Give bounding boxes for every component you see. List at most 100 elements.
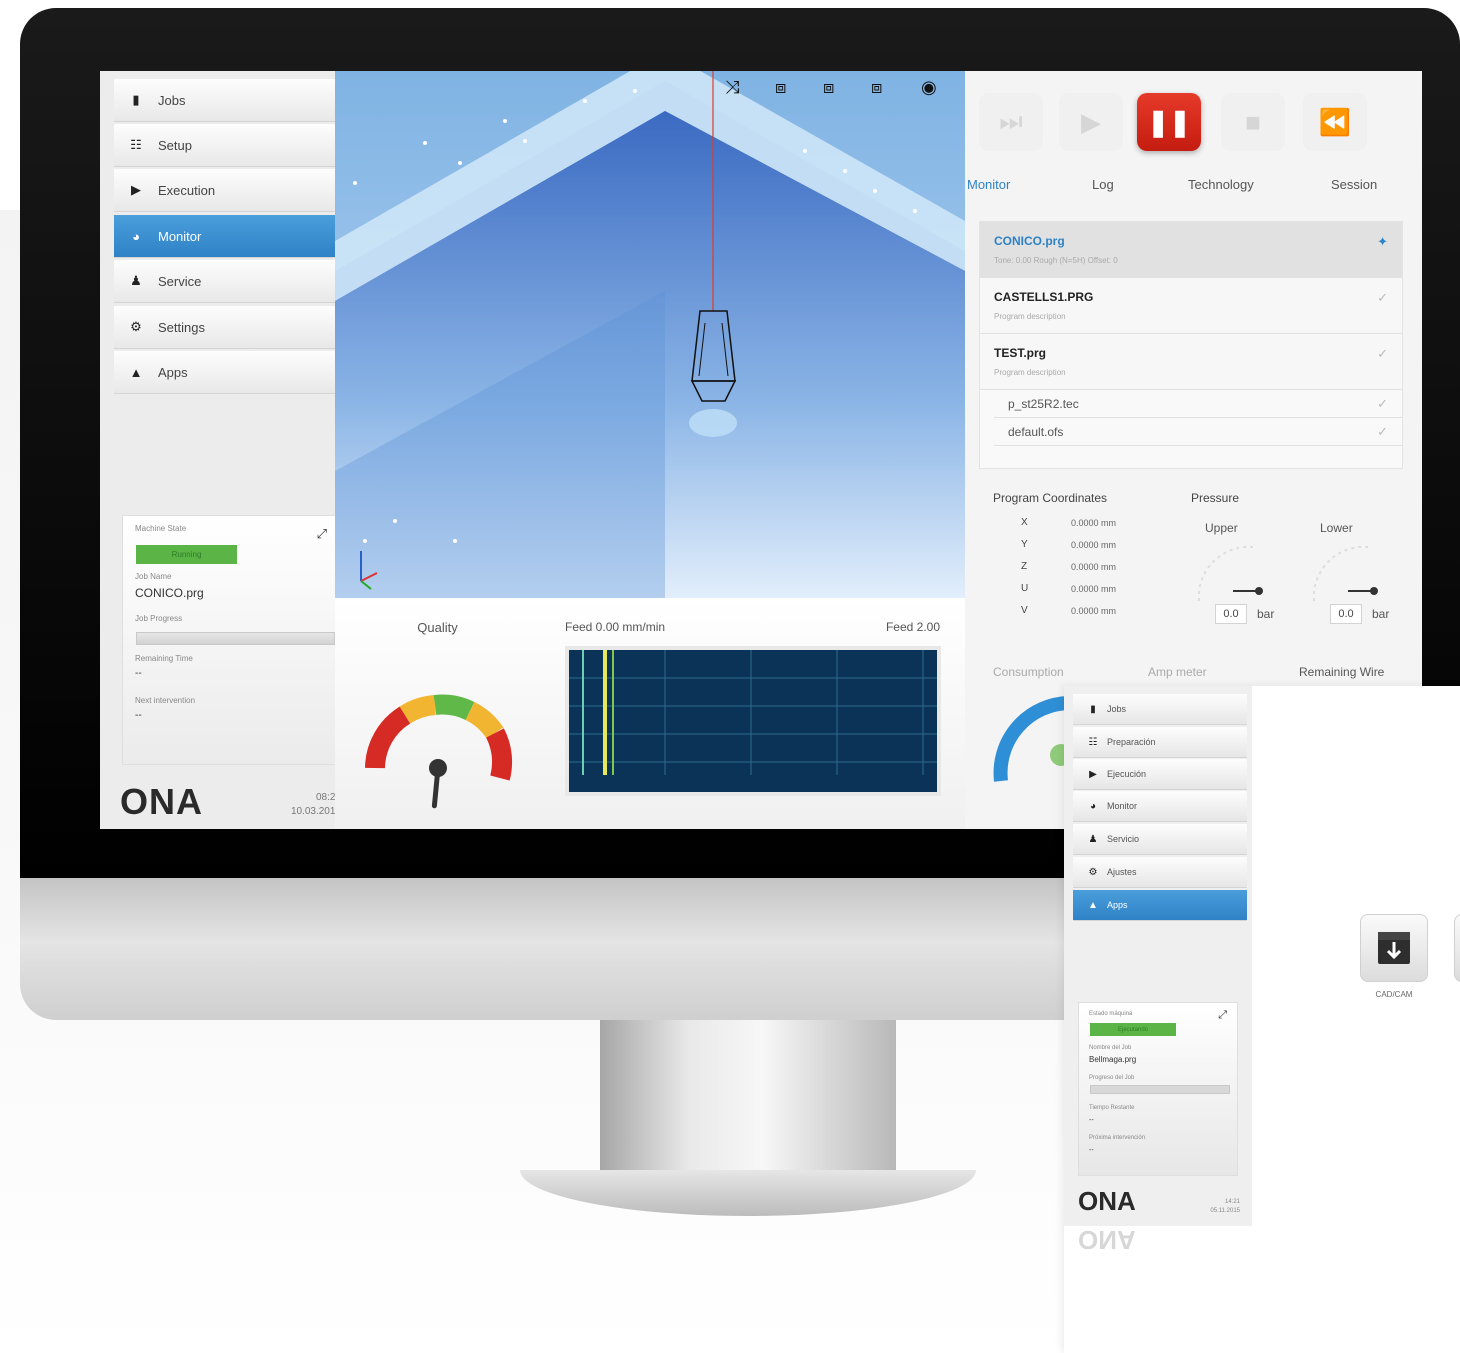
step-button[interactable]: ⏭ xyxy=(979,93,1043,151)
check-icon: ✓ xyxy=(1377,424,1388,439)
lower-pressure-unit: bar xyxy=(1372,607,1390,621)
axis-label: Z xyxy=(1021,561,1028,572)
job-progress-label: Job Progress xyxy=(135,614,183,623)
sidebar-item-service[interactable]: ♟ Service xyxy=(114,260,354,303)
upper-pressure-input[interactable]: 0.0 xyxy=(1215,604,1247,624)
tablet-sidebar: ▮ Jobs ☷ Preparación ▶ Ejecución ◕ Monitor ♟… xyxy=(1064,686,1252,1226)
remaining-value: -- xyxy=(1089,1117,1094,1124)
rewind-button[interactable]: ⏪ xyxy=(1303,93,1367,151)
program-description: Program description xyxy=(994,368,1066,377)
program-description: Program description xyxy=(994,312,1066,321)
quality-panel: Quality xyxy=(335,598,540,829)
check-icon: ✓ xyxy=(1377,396,1388,411)
sidebar-item-jobs[interactable]: ▮ Jobs xyxy=(114,79,354,122)
cube-front-icon[interactable]: ⧈ xyxy=(775,77,786,98)
tab-session[interactable]: Session xyxy=(1331,177,1377,192)
sidebar-item-label: Apps xyxy=(158,364,188,380)
clock: 14:21 05.11.2015 xyxy=(1184,1198,1240,1216)
check-icon: ✓ xyxy=(1377,290,1388,305)
lower-pressure-gauge xyxy=(1312,545,1378,602)
sidebar-item-apps[interactable]: ▲ Apps xyxy=(114,351,354,394)
program-row[interactable]: TEST.prg Program description ✓ xyxy=(980,334,1402,390)
time: 08:25 xyxy=(315,792,341,803)
expand-icon[interactable]: ⤢ xyxy=(317,526,327,542)
machine-state-badge: Running xyxy=(136,545,237,564)
gears-icon: ⚙ xyxy=(1088,866,1098,878)
sidebar-item-label: Monitor xyxy=(158,228,202,244)
tab-technology[interactable]: Technology xyxy=(1188,177,1254,192)
axis-label: V xyxy=(1021,605,1028,616)
subfile-row[interactable]: p_st25R2.tec ✓ xyxy=(994,390,1402,418)
cadcam-label: CAD/CAM xyxy=(1375,990,1413,999)
sidebar-item-monitor[interactable]: ◕ Monitor xyxy=(114,215,356,258)
cube-top-icon[interactable]: ⧈ xyxy=(871,77,882,98)
stop-button[interactable]: ■ xyxy=(1221,93,1285,151)
feed-panel: Feed 0.00 mm/min Feed 2.00 xyxy=(540,598,965,829)
tablet-item-label: Servicio xyxy=(1107,834,1140,844)
axis-value: 0.0000 mm xyxy=(1071,540,1117,550)
cube-side-icon[interactable]: ⧈ xyxy=(823,77,834,98)
axis-label: Y xyxy=(1021,539,1028,550)
lower-pressure-input[interactable]: 0.0 xyxy=(1330,604,1362,624)
subfile-name: default.ofs xyxy=(1008,425,1064,439)
feed-right-label: Feed 2.00 xyxy=(885,620,940,634)
quality-gauge xyxy=(365,694,513,809)
remaining-time-label: Remaining Time xyxy=(135,654,193,663)
tablet-item-ajustes[interactable]: ⚙ Ajustes xyxy=(1073,857,1247,888)
tab-amp-meter[interactable]: Amp meter xyxy=(1148,665,1207,679)
tablet-item-label: Ajustes xyxy=(1107,867,1137,877)
state-label: Estado máquina xyxy=(1089,1011,1133,1017)
fit-view-icon[interactable]: ⤨ xyxy=(725,77,739,98)
program-row[interactable]: CASTELLS1.PRG Program description ✓ xyxy=(980,278,1402,334)
sidebar-item-label: Settings xyxy=(158,319,205,335)
pin-icon[interactable]: ✦ xyxy=(1377,234,1388,250)
subfile-row[interactable]: default.ofs ✓ xyxy=(994,418,1402,446)
sidebar-item-label: Jobs xyxy=(158,92,186,108)
document-icon: ▮ xyxy=(132,92,140,107)
tablet-item-label: Preparación xyxy=(1107,737,1156,747)
axis-value: 0.0000 mm xyxy=(1071,606,1117,616)
tab-log[interactable]: Log xyxy=(1092,177,1114,192)
tablet-item-label: Ejecución xyxy=(1107,769,1147,779)
sidebar-item-setup[interactable]: ☷ Setup xyxy=(114,124,354,167)
hierarchy-icon: ▲ xyxy=(1088,899,1098,911)
sidebar-item-execution[interactable]: ▶ Execution xyxy=(114,169,354,212)
camera-icon[interactable]: ◉ xyxy=(921,77,937,98)
expand-icon[interactable]: ⤢ xyxy=(1218,1009,1227,1022)
progress-label: Progreso del Job xyxy=(1089,1075,1135,1081)
feed-left-label: Feed 0.00 mm/min xyxy=(565,620,666,634)
feed-graph-svg xyxy=(569,650,937,775)
gauge-icon: ◕ xyxy=(132,228,140,244)
pause-icon: ❚❚ xyxy=(1147,106,1191,137)
tablet-item-preparacion[interactable]: ☷ Preparación xyxy=(1073,727,1247,758)
play-button[interactable]: ▶ xyxy=(1059,93,1123,151)
tab-monitor[interactable]: Monitor xyxy=(967,177,1010,192)
document-icon: ▮ xyxy=(1090,703,1096,715)
pressure-title: Pressure xyxy=(1191,491,1240,505)
download-box-icon xyxy=(1378,932,1410,964)
job-progress-bar xyxy=(136,632,335,645)
pause-button[interactable]: ❚❚ xyxy=(1137,93,1201,151)
tab-remaining-wire[interactable]: Remaining Wire xyxy=(1299,665,1384,679)
sidebar: ▮ Jobs ☷ Setup ▶ Execution ◕ Monitor ♟ Servic… xyxy=(100,71,356,829)
3d-viewport[interactable]: ⤨ ⧈ ⧈ ⧈ ◉ xyxy=(335,71,965,598)
job-value: Bellmaga.prg xyxy=(1089,1055,1137,1064)
tablet-item-monitor[interactable]: ◕ Monitor xyxy=(1073,791,1247,822)
tablet-status-card: ⤢ Estado máquina Ejecutando Nombre del J… xyxy=(1078,1002,1238,1176)
subfile-name: p_st25R2.tec xyxy=(1008,397,1079,411)
gauge-icon: ◕ xyxy=(1089,800,1097,812)
date: 10.03.2016 xyxy=(290,806,341,817)
tablet-item-ejecucion[interactable]: ▶ Ejecución xyxy=(1073,759,1247,790)
tablet-item-jobs[interactable]: ▮ Jobs xyxy=(1073,694,1247,725)
cadcam-app-button[interactable] xyxy=(1360,914,1428,982)
tab-consumption[interactable]: Consumption xyxy=(993,665,1064,679)
sidebar-item-settings[interactable]: ⚙ Settings xyxy=(114,306,354,349)
program-row-selected[interactable]: CONICO.prg Tone: 0.00 Rough (N=5H) Offse… xyxy=(980,222,1402,278)
next-value: -- xyxy=(1089,1147,1094,1154)
remaining-time-value: -- xyxy=(135,668,142,679)
tablet-item-apps[interactable]: ▲ Apps xyxy=(1073,890,1247,921)
tablet-item-servicio[interactable]: ♟ Servicio xyxy=(1073,824,1247,855)
ona-logo: ONA xyxy=(1078,1186,1136,1216)
app-button-partial[interactable] xyxy=(1454,914,1460,982)
next-intervention-label: Next intervention xyxy=(135,696,196,705)
